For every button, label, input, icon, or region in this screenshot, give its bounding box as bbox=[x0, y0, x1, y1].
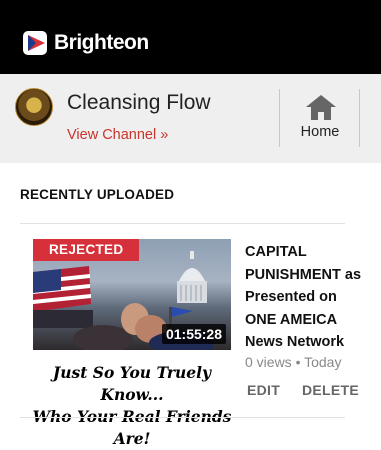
home-button[interactable]: Home bbox=[286, 89, 354, 147]
home-icon bbox=[306, 95, 336, 120]
channel-avatar[interactable] bbox=[15, 88, 53, 126]
view-channel-link[interactable]: View Channel » bbox=[67, 127, 168, 143]
divider bbox=[359, 89, 360, 147]
section-title: RECENTLY UPLOADED bbox=[20, 187, 175, 202]
video-title[interactable]: CAPITAL PUNISHMENT as Presented on ONE A… bbox=[245, 241, 370, 354]
top-navigation-bar: Brighteon bbox=[0, 0, 381, 74]
caption-line: Who Your Real Friends Are! bbox=[32, 407, 232, 448]
delete-button[interactable]: DELETE bbox=[302, 382, 359, 398]
video-meta: 0 views • Today bbox=[245, 354, 342, 370]
divider bbox=[279, 89, 280, 147]
divider bbox=[20, 417, 345, 418]
channel-name: Cleansing Flow bbox=[67, 91, 211, 114]
status-badge: REJECTED bbox=[33, 239, 140, 261]
video-duration: 01:55:28 bbox=[161, 324, 226, 344]
brighteon-logo-text[interactable]: Brighteon bbox=[54, 31, 149, 55]
brighteon-logo-icon[interactable] bbox=[23, 28, 53, 58]
thumbnail-caption: Just So You Truely Know... Who Your Real… bbox=[26, 362, 238, 450]
divider bbox=[20, 223, 345, 224]
edit-button[interactable]: EDIT bbox=[247, 382, 280, 398]
home-label: Home bbox=[300, 124, 340, 140]
caption-line: Just So You Truely Know... bbox=[52, 363, 212, 404]
